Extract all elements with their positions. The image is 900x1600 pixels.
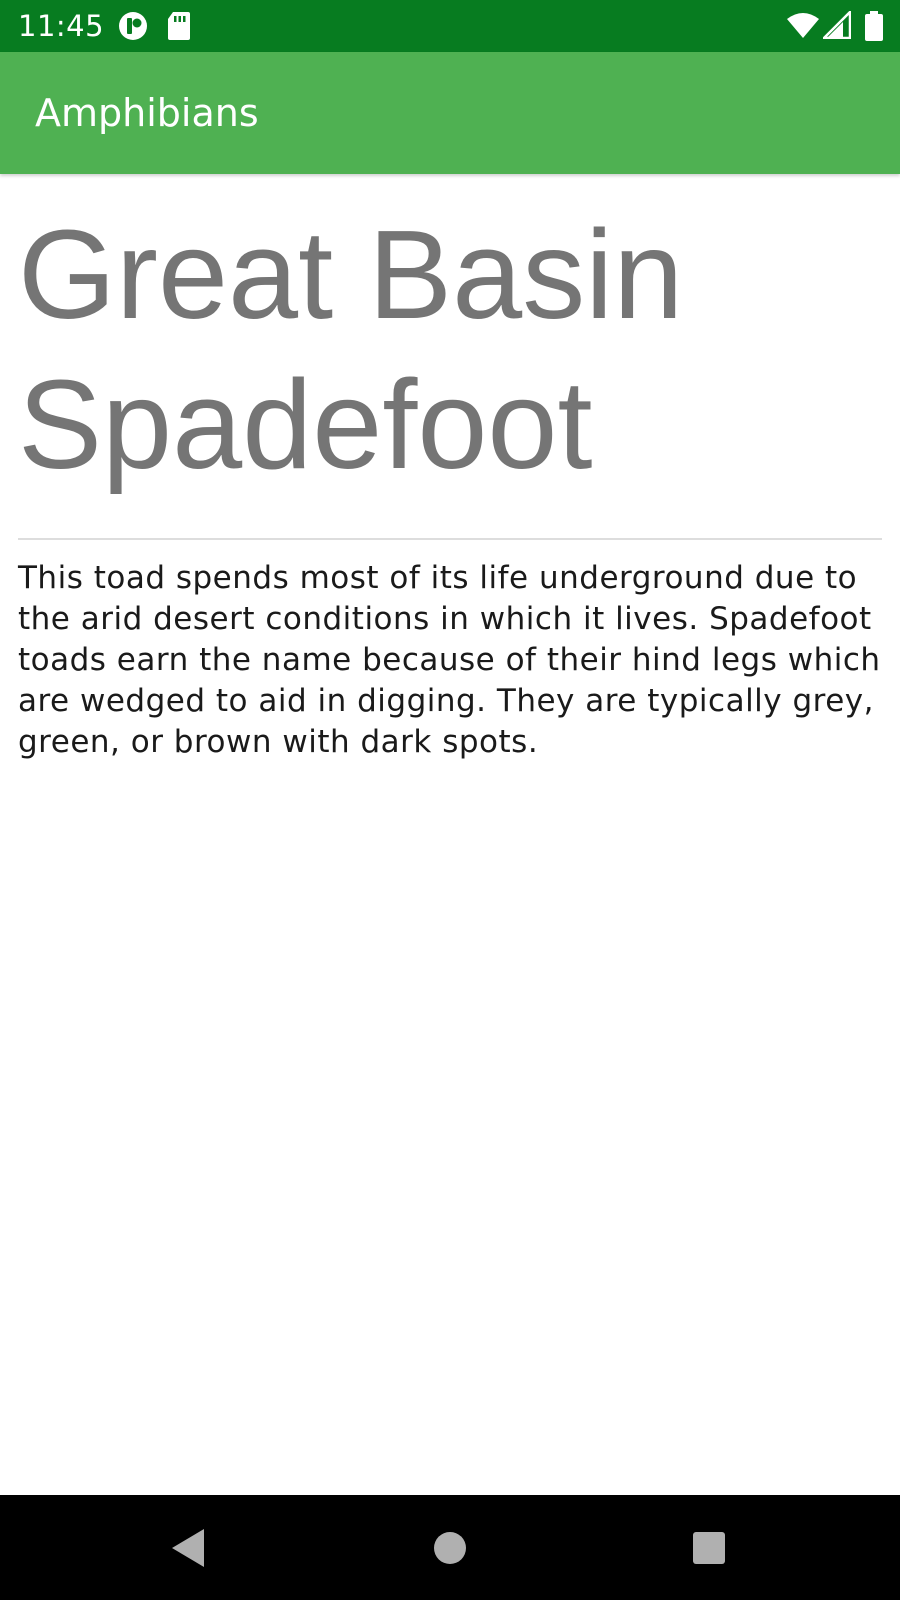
status-bar: 11:45 <box>0 0 900 52</box>
navigation-bar <box>0 1495 900 1600</box>
back-icon[interactable] <box>166 1525 212 1571</box>
notification-app-icon <box>118 11 148 41</box>
app-title: Amphibians <box>35 91 259 135</box>
amphibian-detail: Great Basin Spadefoot This toad spends m… <box>18 200 882 760</box>
amphibian-description: This toad spends most of its life underg… <box>18 560 881 760</box>
divider <box>18 538 882 540</box>
battery-icon <box>865 11 883 41</box>
wifi-icon <box>786 11 820 41</box>
recents-icon[interactable] <box>686 1525 732 1571</box>
home-icon[interactable] <box>427 1525 473 1571</box>
screen: 11:45 Amphibians Great Basin Spadefoot T… <box>0 0 900 1600</box>
app-bar: Amphibians <box>0 52 900 174</box>
cell-signal-icon <box>823 11 851 41</box>
amphibian-name: Great Basin Spadefoot <box>18 204 684 495</box>
status-time: 11:45 <box>18 9 105 43</box>
sd-card-icon <box>167 11 191 41</box>
